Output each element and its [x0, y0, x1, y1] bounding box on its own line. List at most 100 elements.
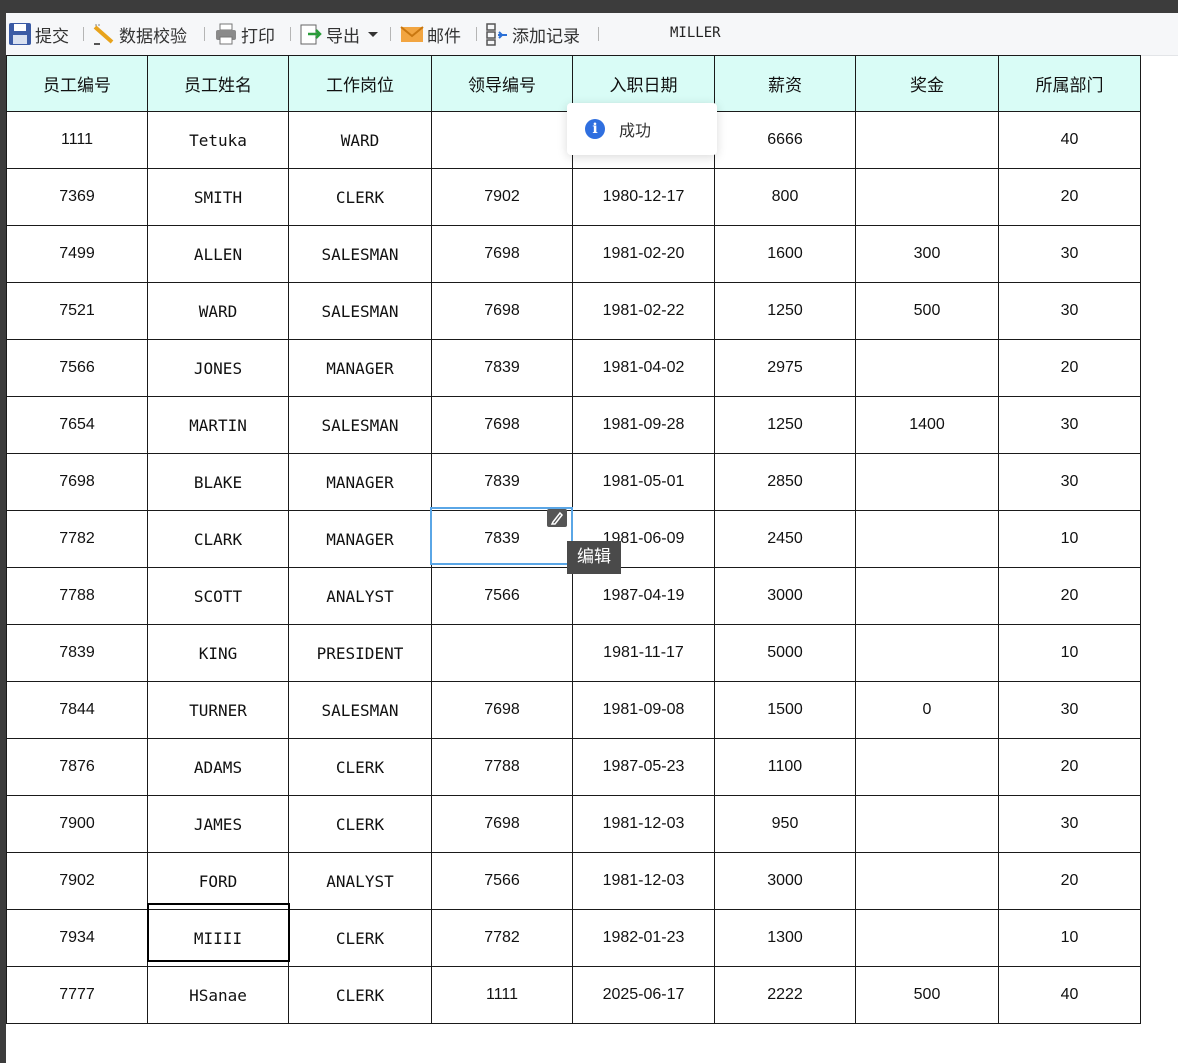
- cell-hire-date[interactable]: 1980-12-17: [572, 168, 715, 226]
- cell-emp-name[interactable]: MIIII: [147, 909, 289, 967]
- cell-dept[interactable]: 20: [998, 168, 1141, 226]
- cell-dept[interactable]: 20: [998, 738, 1141, 796]
- cell-hire-date[interactable]: 1981-09-28: [572, 396, 715, 454]
- cell-emp-name[interactable]: KING: [147, 624, 289, 682]
- cell-mgr-no[interactable]: 7902: [431, 168, 573, 226]
- cell-job[interactable]: CLERK: [288, 966, 432, 1024]
- cell-hire-date[interactable]: 1981-12-03: [572, 795, 715, 853]
- cell-mgr-no[interactable]: 7839: [431, 453, 573, 511]
- cell-salary[interactable]: 6666: [714, 111, 856, 169]
- cell-bonus[interactable]: 1400: [855, 396, 999, 454]
- cell-mgr-no[interactable]: 7698: [431, 225, 573, 283]
- cell-mgr-no[interactable]: 7566: [431, 567, 573, 625]
- cell-mgr-no[interactable]: 1111: [431, 966, 573, 1024]
- cell-hire-date[interactable]: 1981-02-22: [572, 282, 715, 340]
- cell-salary[interactable]: 1250: [714, 396, 856, 454]
- cell-salary[interactable]: 950: [714, 795, 856, 853]
- cell-dept[interactable]: 40: [998, 966, 1141, 1024]
- cell-emp-no[interactable]: 7900: [6, 795, 148, 853]
- cell-bonus[interactable]: [855, 453, 999, 511]
- cell-dept[interactable]: 30: [998, 396, 1141, 454]
- cell-emp-name[interactable]: JAMES: [147, 795, 289, 853]
- cell-mgr-no[interactable]: [431, 111, 573, 169]
- cell-salary[interactable]: 1500: [714, 681, 856, 739]
- cell-hire-date[interactable]: 1981-04-02: [572, 339, 715, 397]
- submit-button[interactable]: 提交: [8, 22, 69, 47]
- print-button[interactable]: 打印: [214, 22, 275, 47]
- validate-button[interactable]: 数据校验: [92, 22, 187, 47]
- cell-mgr-no[interactable]: [431, 624, 573, 682]
- export-button[interactable]: 导出: [299, 22, 380, 47]
- cell-emp-no[interactable]: 7566: [6, 339, 148, 397]
- caret-down-icon[interactable]: [366, 29, 380, 39]
- cell-hire-date[interactable]: 1981-02-20: [572, 225, 715, 283]
- cell-dept[interactable]: 40: [998, 111, 1141, 169]
- cell-hire-date[interactable]: 1982-01-23: [572, 909, 715, 967]
- cell-emp-name[interactable]: WARD: [147, 282, 289, 340]
- cell-salary[interactable]: 2975: [714, 339, 856, 397]
- cell-bonus[interactable]: 300: [855, 225, 999, 283]
- cell-mgr-no[interactable]: 7788: [431, 738, 573, 796]
- cell-salary[interactable]: 2222: [714, 966, 856, 1024]
- cell-salary[interactable]: 5000: [714, 624, 856, 682]
- cell-salary[interactable]: 800: [714, 168, 856, 226]
- cell-job[interactable]: CLERK: [288, 168, 432, 226]
- cell-dept[interactable]: 30: [998, 282, 1141, 340]
- cell-dept[interactable]: 30: [998, 453, 1141, 511]
- cell-emp-no[interactable]: 7782: [6, 510, 148, 568]
- cell-emp-no[interactable]: 7499: [6, 225, 148, 283]
- cell-job[interactable]: MANAGER: [288, 510, 432, 568]
- cell-job[interactable]: MANAGER: [288, 339, 432, 397]
- cell-job[interactable]: CLERK: [288, 795, 432, 853]
- cell-hire-date[interactable]: 1987-05-23: [572, 738, 715, 796]
- cell-emp-name[interactable]: SMITH: [147, 168, 289, 226]
- cell-mgr-no[interactable]: 7566: [431, 852, 573, 910]
- cell-emp-no[interactable]: 7844: [6, 681, 148, 739]
- cell-mgr-no[interactable]: 7698: [431, 681, 573, 739]
- cell-bonus[interactable]: [855, 795, 999, 853]
- cell-emp-no[interactable]: 7369: [6, 168, 148, 226]
- cell-hire-date[interactable]: 2025-06-17: [572, 966, 715, 1024]
- cell-hire-date[interactable]: 1981-12-03: [572, 852, 715, 910]
- cell-dept[interactable]: 30: [998, 795, 1141, 853]
- cell-mgr-no[interactable]: 7782: [431, 909, 573, 967]
- cell-emp-name[interactable]: ALLEN: [147, 225, 289, 283]
- cell-bonus[interactable]: [855, 111, 999, 169]
- cell-emp-no[interactable]: 7876: [6, 738, 148, 796]
- cell-emp-no[interactable]: 7777: [6, 966, 148, 1024]
- cell-job[interactable]: MANAGER: [288, 453, 432, 511]
- cell-bonus[interactable]: [855, 738, 999, 796]
- cell-emp-no[interactable]: 7934: [6, 909, 148, 967]
- cell-bonus[interactable]: [855, 852, 999, 910]
- cell-emp-name[interactable]: SCOTT: [147, 567, 289, 625]
- cell-dept[interactable]: 20: [998, 567, 1141, 625]
- cell-job[interactable]: ANALYST: [288, 567, 432, 625]
- cell-emp-no[interactable]: 7698: [6, 453, 148, 511]
- cell-dept[interactable]: 30: [998, 681, 1141, 739]
- cell-emp-name[interactable]: Tetuka: [147, 111, 289, 169]
- cell-bonus[interactable]: [855, 168, 999, 226]
- cell-mgr-no[interactable]: 7698: [431, 795, 573, 853]
- cell-mgr-no[interactable]: 7698: [431, 396, 573, 454]
- cell-emp-name[interactable]: FORD: [147, 852, 289, 910]
- cell-job[interactable]: SALESMAN: [288, 225, 432, 283]
- cell-emp-name[interactable]: TURNER: [147, 681, 289, 739]
- cell-salary[interactable]: 2450: [714, 510, 856, 568]
- cell-bonus[interactable]: [855, 909, 999, 967]
- cell-salary[interactable]: 2850: [714, 453, 856, 511]
- cell-emp-name[interactable]: HSanae: [147, 966, 289, 1024]
- cell-job[interactable]: CLERK: [288, 909, 432, 967]
- cell-emp-no[interactable]: 7521: [6, 282, 148, 340]
- cell-dept[interactable]: 10: [998, 510, 1141, 568]
- mail-button[interactable]: 邮件: [400, 22, 461, 47]
- cell-salary[interactable]: 3000: [714, 567, 856, 625]
- cell-emp-name[interactable]: JONES: [147, 339, 289, 397]
- cell-job[interactable]: SALESMAN: [288, 681, 432, 739]
- cell-hire-date[interactable]: 1981-05-01: [572, 453, 715, 511]
- cell-dept[interactable]: 20: [998, 339, 1141, 397]
- cell-emp-no[interactable]: 1111: [6, 111, 148, 169]
- cell-job[interactable]: PRESIDENT: [288, 624, 432, 682]
- cell-job[interactable]: SALESMAN: [288, 396, 432, 454]
- add-record-button[interactable]: 添加记录: [485, 22, 580, 47]
- cell-emp-no[interactable]: 7654: [6, 396, 148, 454]
